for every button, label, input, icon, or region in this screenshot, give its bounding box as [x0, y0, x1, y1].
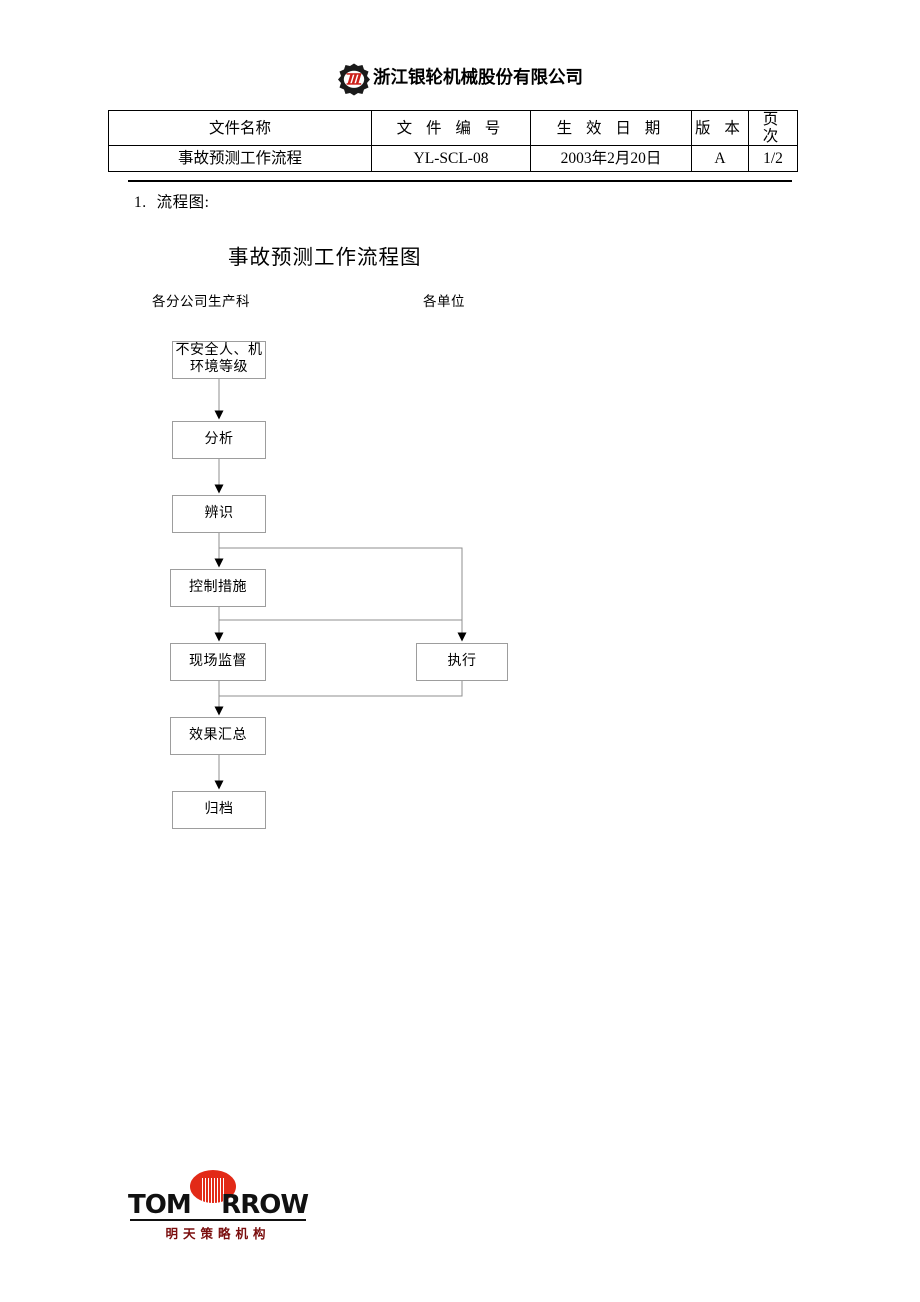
tomorrow-logo: TOM RROW 明天策略机构	[128, 1168, 309, 1246]
logo-underline	[130, 1219, 306, 1221]
flow-node-archive[interactable]: 归档	[172, 791, 266, 829]
value-cell-version: A	[691, 145, 749, 173]
flow-node-label: 执行	[447, 653, 477, 669]
company-name: 浙江银轮机械股份有限公司	[373, 68, 583, 89]
flow-node-label: 效果汇总	[189, 727, 247, 743]
flow-node-execution[interactable]: 执行	[416, 643, 508, 681]
flow-node-control-measures[interactable]: 控制措施	[170, 569, 266, 607]
flow-node-hazard-level[interactable]: 不安全人、机 环境等级	[172, 341, 266, 379]
flow-node-label: 归档	[204, 801, 234, 817]
section-number: 1.	[134, 194, 147, 211]
value-cell-eff-date: 2003年2月20日	[530, 145, 692, 173]
header-cell-doc-no: 文 件 编 号	[371, 109, 531, 147]
logo-chinese-text: 明天策略机构	[165, 1226, 271, 1241]
section-title: 流程图:	[156, 194, 210, 211]
logo-wordmark: TOM RROW	[128, 1190, 309, 1220]
header-cell-version: 版 本	[691, 109, 749, 147]
flowchart-title: 事故预测工作流程图	[228, 247, 422, 269]
value-cell-doc-no: YL-SCL-08	[371, 145, 531, 173]
logo-word-right: RROW	[221, 1190, 309, 1220]
flow-node-label: 辨识	[204, 505, 234, 521]
flow-node-site-supervision[interactable]: 现场监督	[170, 643, 266, 681]
flow-node-label: 现场监督	[189, 653, 247, 669]
header-cell-page: 页 次	[748, 109, 798, 147]
table-row-headers: 文件名称 文 件 编 号 生 效 日 期 版 本 页 次	[108, 109, 798, 147]
section-heading: 1. 流程图:	[134, 190, 209, 212]
table-row-values: 事故预测工作流程 YL-SCL-08 2003年2月20日 A 1/2	[108, 145, 798, 173]
logo-word-left: TOM	[128, 1190, 192, 1220]
flow-node-label: 分析	[204, 431, 234, 447]
flow-node-analysis[interactable]: 分析	[172, 421, 266, 459]
document-info-table: 文件名称 文 件 编 号 生 效 日 期 版 本 页 次 事故预测工作流程 YL…	[108, 109, 798, 173]
flow-node-label: 不安全人、机 环境等级	[175, 343, 263, 375]
flow-node-results-summary[interactable]: 效果汇总	[170, 717, 266, 755]
header-cell-doc-name: 文件名称	[108, 109, 372, 147]
flowchart-column-header-left: 各分公司生产科	[152, 294, 250, 309]
value-cell-doc-name: 事故预测工作流程	[108, 145, 372, 173]
flow-node-identification[interactable]: 辨识	[172, 495, 266, 533]
flow-node-label: 控制措施	[189, 579, 247, 595]
value-cell-page: 1/2	[748, 145, 798, 173]
document-header: 浙江银轮机械股份有限公司	[0, 62, 920, 96]
flowchart-column-header-right: 各单位	[423, 294, 465, 309]
gear-logo-icon	[337, 62, 371, 96]
header-cell-eff-date: 生 效 日 期	[530, 109, 692, 147]
section-divider	[128, 180, 792, 182]
